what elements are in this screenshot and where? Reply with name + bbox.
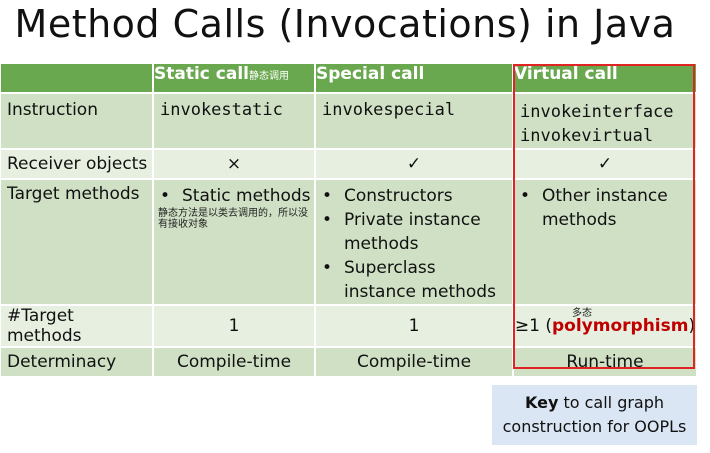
target-static: Static methods 静态方法是以类去调用的，所以没有接收对象: [154, 180, 316, 306]
target-static-list: Static methods: [154, 184, 314, 208]
header-row: Static call静态调用 Special call Virtual cal…: [1, 64, 698, 94]
target-special: Constructors Private instance methods Su…: [316, 180, 514, 306]
header-static-call: Static call静态调用: [154, 64, 316, 94]
list-item: Private instance methods: [316, 208, 512, 256]
target-virtual-list: Other instance methods: [514, 184, 696, 232]
determinacy-static: Compile-time: [154, 348, 316, 378]
label-receiver: Receiver objects: [1, 150, 154, 180]
count-virtual: ≥1 (polymorphism): [514, 306, 698, 348]
key-line2: construction for OOPLs: [502, 417, 687, 436]
key-rest: to call graph: [558, 393, 665, 412]
instruction-invokevirtual: invokevirtual: [520, 126, 654, 146]
receiver-virtual-check-icon: ✓: [514, 150, 698, 180]
polymorphism-emphasis: polymorphism: [552, 316, 689, 336]
list-item: Other instance methods: [514, 184, 696, 232]
receiver-static-cross-icon: ×: [154, 150, 316, 180]
instruction-static: invokestatic: [154, 94, 316, 150]
instruction-virtual: invokeinterface invokevirtual: [514, 94, 698, 150]
list-item: Constructors: [316, 184, 512, 208]
key-callout: Key to call graph construction for OOPLs: [492, 385, 697, 445]
target-virtual: Other instance methods: [514, 180, 698, 306]
row-receiver: Receiver objects × ✓ ✓: [1, 150, 698, 180]
label-target: Target methods: [1, 180, 154, 306]
row-determinacy: Determinacy Compile-time Compile-time Ru…: [1, 348, 698, 378]
label-determinacy: Determinacy: [1, 348, 154, 378]
instruction-special: invokespecial: [316, 94, 514, 150]
list-item: Static methods: [154, 184, 314, 208]
row-count: #Target methods 1 1 ≥1 (polymorphism): [1, 306, 698, 348]
key-bold: Key: [524, 393, 559, 412]
label-count: #Target methods: [1, 306, 154, 348]
count-special: 1: [316, 306, 514, 348]
polymorphism-note: 多态: [572, 308, 592, 319]
target-special-list: Constructors Private instance methods Su…: [316, 184, 512, 304]
header-special-call: Special call: [316, 64, 514, 94]
list-item: Superclass instance methods: [316, 256, 512, 304]
determinacy-special: Compile-time: [316, 348, 514, 378]
label-instruction: Instruction: [1, 94, 154, 150]
count-static: 1: [154, 306, 316, 348]
static-call-note: 静态调用: [249, 71, 289, 82]
target-static-note: 静态方法是以类去调用的，所以没有接收对象: [158, 208, 308, 230]
header-empty: [1, 64, 154, 94]
row-instruction: Instruction invokestatic invokespecial i…: [1, 94, 698, 150]
comparison-table: Static call静态调用 Special call Virtual cal…: [1, 64, 698, 378]
determinacy-virtual: Run-time: [514, 348, 698, 378]
slide-title: Method Calls (Invocations) in Java: [14, 2, 676, 46]
instruction-invokeinterface: invokeinterface: [520, 102, 674, 122]
receiver-special-check-icon: ✓: [316, 150, 514, 180]
header-virtual-call: Virtual call: [514, 64, 698, 94]
row-target: Target methods Static methods 静态方法是以类去调用…: [1, 180, 698, 306]
